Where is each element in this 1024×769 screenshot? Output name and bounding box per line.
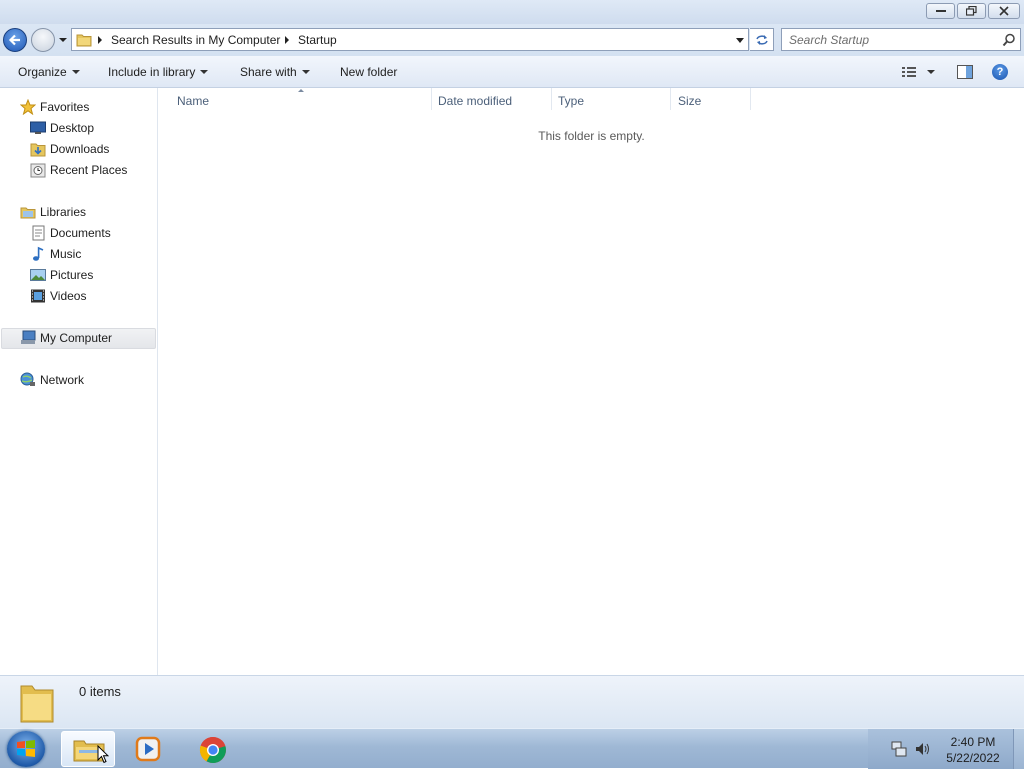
- documents-icon: [32, 225, 45, 241]
- refresh-icon: [755, 34, 768, 45]
- preview-pane-icon[interactable]: [957, 65, 973, 79]
- breadcrumb-search-results[interactable]: Search Results in My Computer: [111, 33, 280, 47]
- item-count: 0 items: [79, 684, 121, 699]
- share-with-label: Share with: [240, 65, 297, 79]
- close-button[interactable]: [988, 3, 1020, 19]
- restore-button[interactable]: [957, 3, 986, 19]
- details-pane: 0 items: [0, 675, 1024, 728]
- clock-time[interactable]: 2:40 PM: [942, 735, 1004, 749]
- nav-network-label: Network: [40, 373, 85, 387]
- views-icon: [902, 67, 935, 77]
- star-icon: [20, 99, 36, 115]
- back-button[interactable]: [3, 28, 27, 52]
- share-with-button[interactable]: Share with: [240, 65, 310, 79]
- folder-icon: [76, 34, 92, 47]
- command-bar: Organize Include in library Share with N…: [0, 56, 1024, 88]
- search-box[interactable]: [781, 28, 1021, 51]
- empty-folder-message: This folder is empty.: [538, 129, 645, 143]
- computer-icon: [21, 330, 36, 344]
- back-arrow-icon: [8, 34, 20, 46]
- navigation-pane: Favorites Desktop Downloads Recent Place…: [0, 88, 158, 675]
- volume-icon[interactable]: [915, 741, 931, 757]
- column-size[interactable]: Size: [678, 94, 701, 108]
- chevron-down-icon: [200, 70, 209, 74]
- column-divider[interactable]: [670, 88, 671, 110]
- network-tray-icon[interactable]: [891, 741, 907, 757]
- nav-videos-label: Videos: [50, 289, 87, 303]
- refresh-button[interactable]: [750, 28, 774, 51]
- recent-places-icon: [30, 163, 46, 178]
- videos-icon: [31, 289, 45, 303]
- forward-button[interactable]: [31, 28, 55, 52]
- nav-libraries-label: Libraries: [40, 205, 87, 219]
- minimize-icon: [935, 10, 946, 12]
- address-dropdown[interactable]: [736, 38, 744, 43]
- column-date-modified[interactable]: Date modified: [438, 94, 512, 108]
- organize-label: Organize: [18, 65, 67, 79]
- nav-favorites-label: Favorites: [40, 100, 90, 114]
- search-icon[interactable]: [1002, 33, 1016, 47]
- breadcrumb-separator[interactable]: [285, 36, 289, 44]
- column-divider[interactable]: [551, 88, 552, 110]
- music-icon: [33, 246, 44, 261]
- column-divider[interactable]: [750, 88, 751, 110]
- notification-area: 2:40 PM 5/22/2022: [868, 729, 1024, 769]
- column-type[interactable]: Type: [558, 94, 584, 108]
- media-player-icon: [135, 736, 161, 762]
- windows-logo-icon: [17, 740, 35, 757]
- clock-date[interactable]: 5/22/2022: [942, 751, 1004, 765]
- include-in-library-label: Include in library: [108, 65, 196, 79]
- downloads-icon: [30, 143, 46, 157]
- chevron-down-icon: [71, 70, 80, 74]
- nav-desktop-label: Desktop: [50, 121, 95, 135]
- library-icon: [20, 207, 36, 219]
- minimize-button[interactable]: [926, 3, 955, 19]
- desktop-icon: [30, 121, 46, 134]
- address-bar[interactable]: Search Results in My Computer Startup: [71, 28, 749, 51]
- network-icon: [20, 372, 35, 386]
- breadcrumb-startup[interactable]: Startup: [298, 33, 337, 47]
- taskbar-media-player[interactable]: [122, 731, 176, 767]
- taskbar-chrome[interactable]: [186, 731, 240, 767]
- address-row: Search Results in My Computer Startup: [0, 24, 1024, 56]
- taskbar: 2:40 PM 5/22/2022: [0, 728, 1024, 769]
- organize-button[interactable]: Organize: [18, 65, 80, 79]
- sort-indicator-icon: [298, 89, 304, 92]
- chrome-icon: [199, 736, 226, 764]
- recent-pages-dropdown[interactable]: [58, 35, 68, 45]
- change-view-button[interactable]: [901, 65, 941, 79]
- restore-icon: [966, 6, 977, 16]
- title-bar: [0, 0, 1024, 24]
- nav-downloads-label: Downloads: [50, 142, 110, 156]
- search-input[interactable]: [782, 29, 997, 50]
- file-list[interactable]: Name Date modified Type Size This folder…: [159, 88, 1024, 675]
- help-icon[interactable]: ?: [992, 64, 1008, 80]
- column-divider[interactable]: [431, 88, 432, 110]
- nav-pictures-label: Pictures: [50, 268, 94, 282]
- close-icon: [999, 6, 1009, 16]
- nav-music-label: Music: [50, 247, 82, 261]
- nav-recent-places-label: Recent Places: [50, 163, 128, 177]
- new-folder-button[interactable]: New folder: [340, 65, 397, 79]
- column-name[interactable]: Name: [177, 94, 209, 108]
- nav-my-computer-label: My Computer: [40, 331, 113, 345]
- folder-icon: [20, 685, 54, 723]
- breadcrumb-separator[interactable]: [98, 36, 102, 44]
- pictures-icon: [30, 269, 46, 281]
- mouse-cursor-icon: [97, 745, 109, 764]
- chevron-down-icon: [301, 70, 310, 74]
- include-in-library-button[interactable]: Include in library: [108, 65, 209, 79]
- nav-documents-label: Documents: [50, 226, 111, 240]
- start-button[interactable]: [7, 731, 45, 767]
- show-desktop-button[interactable]: [1013, 729, 1024, 769]
